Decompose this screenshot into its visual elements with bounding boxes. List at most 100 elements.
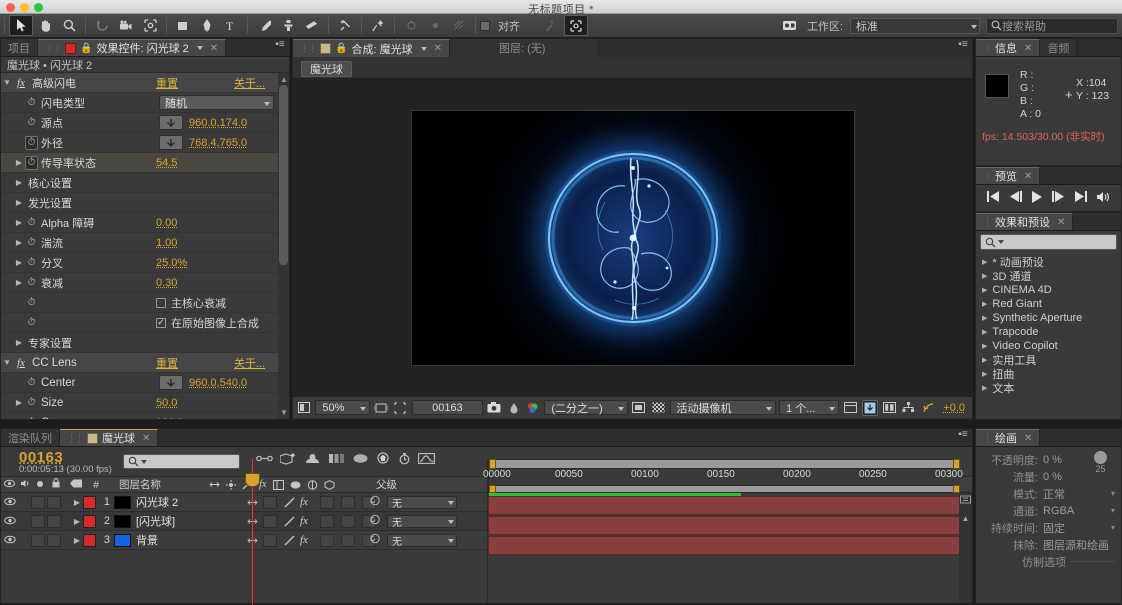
disclosure-triangle-icon[interactable]: ▶ bbox=[982, 314, 987, 322]
property-row-direction[interactable]: ⏱ 外径 768.4,765.0 bbox=[1, 133, 289, 153]
point-picker-button[interactable] bbox=[159, 115, 183, 130]
work-area-end-handle[interactable] bbox=[953, 459, 960, 469]
category-animation-presets[interactable]: ▶ * 动画预设 bbox=[976, 255, 1121, 269]
timeline-toggle-icon[interactable] bbox=[881, 400, 897, 416]
disclosure-triangle-icon[interactable]: ▶ bbox=[982, 356, 987, 364]
scrollbar-thumb[interactable] bbox=[279, 85, 288, 265]
timeline-vertical-scrollbar[interactable]: ▲ bbox=[959, 493, 972, 603]
turbulence-value[interactable]: 1.00 bbox=[156, 237, 177, 249]
conductivity-value[interactable]: 54.5 bbox=[156, 157, 177, 169]
reset-link[interactable]: 重置 bbox=[156, 355, 178, 371]
layer-lock-toggle[interactable] bbox=[47, 533, 61, 547]
category-video-copilot[interactable]: ▶ Video Copilot bbox=[976, 339, 1121, 353]
chevron-down-icon[interactable]: ▾ bbox=[1111, 489, 1115, 498]
convergence-value[interactable]: 100.0 bbox=[156, 417, 184, 420]
always-preview-icon[interactable] bbox=[296, 400, 312, 416]
checkbox-box[interactable] bbox=[156, 297, 166, 308]
category-text[interactable]: ▶ 文本 bbox=[976, 381, 1121, 395]
property-row-conductivity-state[interactable]: ▶ ⏱ 传导率状态 54.5 bbox=[1, 153, 289, 173]
lightning-type-dropdown[interactable]: 随机 bbox=[159, 95, 274, 110]
current-time-indicator[interactable] bbox=[245, 459, 260, 605]
pen-tool-icon[interactable] bbox=[195, 15, 219, 36]
layer-visibility-toggle[interactable] bbox=[1, 535, 18, 546]
disclosure-triangle-icon[interactable]: ▶ bbox=[982, 272, 987, 280]
tab-layer[interactable]: 图层: (无) bbox=[449, 39, 600, 57]
panel-menu-icon[interactable]: ▪≡ bbox=[958, 429, 972, 440]
comp-nav-tab[interactable]: 魔光球 bbox=[301, 61, 352, 77]
select-region-icon[interactable] bbox=[564, 15, 588, 36]
direction-value[interactable]: 768.4,765.0 bbox=[189, 137, 247, 149]
composition-viewer[interactable] bbox=[293, 79, 972, 396]
chevron-down-icon[interactable] bbox=[196, 46, 203, 50]
composition-canvas[interactable] bbox=[410, 109, 855, 366]
search-help-input[interactable]: 搜索帮助 bbox=[986, 17, 1118, 34]
disclosure-triangle-icon[interactable]: ▶ bbox=[13, 258, 25, 267]
property-row-center[interactable]: ⏱ Center 960.0,540.0 bbox=[1, 373, 289, 393]
property-row-forking[interactable]: ▶ ⏱ 分叉 25.0% bbox=[1, 253, 289, 273]
snapping-checkbox[interactable] bbox=[480, 20, 490, 31]
checkbox-box[interactable]: ✓ bbox=[156, 317, 166, 328]
point-picker-button[interactable] bbox=[159, 135, 183, 150]
property-group-expert-settings[interactable]: ▶ 专家设置 bbox=[1, 333, 289, 353]
parent-pickwhip-icon[interactable] bbox=[369, 495, 381, 509]
fast-preview-icon[interactable] bbox=[861, 399, 879, 416]
parent-select[interactable]: 无 bbox=[387, 514, 457, 529]
timeline-comp-marker-icon[interactable] bbox=[959, 493, 972, 506]
chevron-down-icon[interactable]: ▾ bbox=[1111, 523, 1115, 532]
tab-render-queue[interactable]: 渲染队列 bbox=[1, 429, 60, 446]
clone-stamp-tool-icon[interactable] bbox=[276, 15, 300, 36]
composite-on-original-checkbox[interactable]: ✓ 在原始图像上合成 bbox=[156, 315, 259, 331]
chevron-down-icon[interactable] bbox=[998, 240, 1004, 244]
parent-select[interactable]: 无 bbox=[387, 495, 457, 510]
category-red-giant[interactable]: ▶ Red Giant bbox=[976, 297, 1121, 311]
scroll-down-icon[interactable]: ▼ bbox=[280, 408, 288, 417]
quality-cell[interactable] bbox=[263, 495, 277, 509]
layer-solo-toggle[interactable] bbox=[31, 495, 45, 509]
close-tab-icon[interactable]: ✕ bbox=[1057, 217, 1065, 228]
disclosure-triangle-icon[interactable]: ▶ bbox=[13, 398, 25, 407]
mode-value[interactable]: 正常 bbox=[1038, 486, 1065, 502]
disclosure-triangle-icon[interactable]: ▶ bbox=[13, 218, 25, 227]
layer-label-color[interactable] bbox=[83, 533, 96, 547]
layer-lock-toggle[interactable] bbox=[47, 514, 61, 528]
fx-icon[interactable]: fx bbox=[13, 77, 29, 89]
pixel-aspect-icon[interactable] bbox=[842, 400, 858, 416]
point-picker-button[interactable] bbox=[159, 375, 183, 390]
tab-composition[interactable]: ⋮⋮ 🔒 合成: 魔光球 ✕ bbox=[293, 39, 450, 57]
channels-value[interactable]: RGBA bbox=[1038, 505, 1074, 517]
pan-behind-tool-icon[interactable] bbox=[138, 15, 162, 36]
disclosure-triangle-icon[interactable]: ▶ bbox=[13, 418, 25, 419]
layer-label-color[interactable] bbox=[83, 514, 96, 528]
layer-bar[interactable] bbox=[488, 516, 960, 535]
decay-main-core-checkbox[interactable]: 主核心衰减 bbox=[156, 295, 226, 311]
category-distort[interactable]: ▶ 扭曲 bbox=[976, 367, 1121, 381]
show-snapshot-icon[interactable] bbox=[506, 400, 522, 416]
opacity-value[interactable]: 0 % bbox=[1038, 454, 1062, 466]
workspace-sync-icon[interactable] bbox=[779, 15, 803, 36]
category-synthetic-aperture[interactable]: ▶ Synthetic Aperture bbox=[976, 311, 1121, 325]
effects-search-input[interactable] bbox=[980, 234, 1117, 250]
disclosure-triangle-icon[interactable]: ▶ bbox=[13, 198, 25, 207]
align-left-icon[interactable] bbox=[399, 15, 423, 36]
type-tool-icon[interactable]: T bbox=[219, 15, 243, 36]
stopwatch-icon[interactable]: ⏱ bbox=[25, 397, 38, 408]
category-cinema-4d[interactable]: ▶ CINEMA 4D bbox=[976, 283, 1121, 297]
stopwatch-icon[interactable]: ⏱ bbox=[25, 217, 38, 228]
panel-menu-icon[interactable]: ▪≡ bbox=[275, 39, 289, 50]
auto-keyframe-icon[interactable] bbox=[398, 452, 411, 468]
property-row-decay[interactable]: ▶ ⏱ 衰减 0.30 bbox=[1, 273, 289, 293]
effect-controls-scrollbar[interactable]: ▲ ▼ bbox=[278, 73, 289, 419]
tab-project[interactable]: 项目 bbox=[1, 39, 38, 56]
stopwatch-icon[interactable]: ⏱ bbox=[25, 417, 38, 419]
property-row-composite-on-original[interactable]: ⏱ ✓ 在原始图像上合成 bbox=[1, 313, 289, 333]
brush-tool-icon[interactable] bbox=[252, 15, 276, 36]
property-row-decay-main-core[interactable]: ⏱ 主核心衰减 bbox=[1, 293, 289, 313]
tab-effects-presets[interactable]: ⋮ 效果和预设 ✕ bbox=[976, 213, 1074, 230]
layer-visibility-toggle[interactable] bbox=[1, 516, 18, 527]
parent-select[interactable]: 无 bbox=[387, 533, 457, 548]
puppet-pin-tool-icon[interactable] bbox=[366, 15, 390, 36]
transparency-grid-icon[interactable] bbox=[631, 400, 647, 416]
zoom-tool-icon[interactable] bbox=[57, 15, 81, 36]
frame-blend-cell[interactable] bbox=[319, 514, 334, 528]
play-button[interactable] bbox=[1031, 190, 1043, 206]
